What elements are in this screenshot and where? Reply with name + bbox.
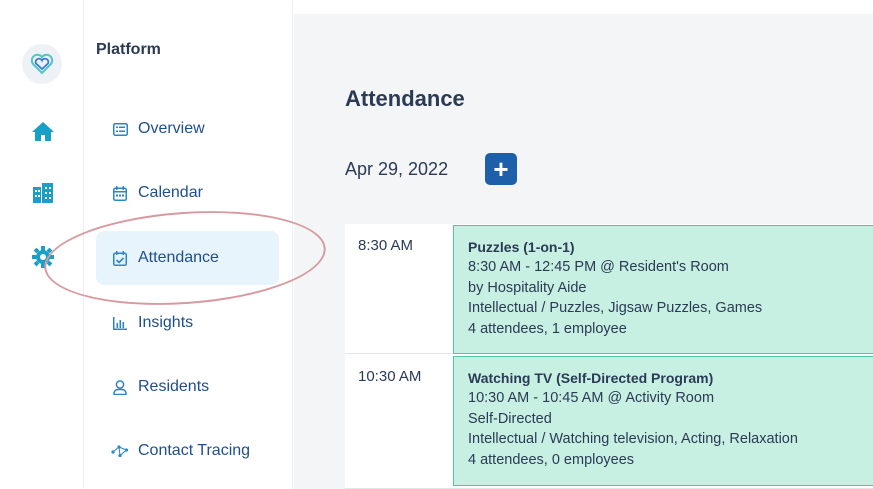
- user-icon: [110, 379, 130, 395]
- sidebar-item-label: Contact Tracing: [138, 442, 251, 459]
- event-title: Watching TV (Self-Directed Program): [468, 370, 714, 386]
- calendar-check-icon: [110, 250, 130, 266]
- bar-chart-icon: [110, 316, 130, 330]
- main-content: Attendance Apr 29, 2022 + 8:30 AM Puzzle…: [294, 0, 873, 489]
- heart-logo-icon[interactable]: [22, 44, 62, 84]
- sidebar-title: Platform: [96, 41, 161, 58]
- sidebar-item-calendar[interactable]: Calendar: [96, 166, 279, 220]
- event-detail: 4 attendees, 1 employee: [468, 320, 627, 337]
- sidebar-item-label: Calendar: [138, 184, 203, 201]
- event-detail: Self-Directed: [468, 410, 552, 427]
- event-detail: by Hospitality Aide: [468, 279, 587, 296]
- sidebar-item-label: Residents: [138, 378, 210, 395]
- sidebar-item-contact-tracing[interactable]: Contact Tracing: [96, 424, 279, 478]
- event-card[interactable]: Puzzles (1-on-1) 8:30 AM - 12:45 PM @ Re…: [453, 225, 873, 354]
- network-icon: [110, 444, 130, 458]
- icon-rail: [0, 0, 84, 489]
- sidebar-item-label: Attendance: [138, 249, 219, 266]
- event-detail: 10:30 AM - 10:45 AM @ Activity Room: [468, 390, 715, 406]
- schedule-list: 8:30 AM Puzzles (1-on-1) 8:30 AM - 12:45…: [345, 224, 873, 489]
- calendar-icon: [110, 185, 130, 201]
- sidebar-item-label: Overview: [138, 120, 205, 137]
- sidebar-item-overview[interactable]: Overview: [96, 102, 279, 156]
- sidebar-item-label: Insights: [138, 314, 194, 331]
- event-card[interactable]: Watching TV (Self-Directed Program) 10:3…: [453, 356, 873, 486]
- list-icon: [110, 122, 130, 136]
- page-title: Attendance: [345, 86, 465, 111]
- date-label: Apr 29, 2022: [345, 159, 449, 179]
- home-icon[interactable]: [30, 118, 56, 144]
- event-detail: Intellectual / Watching television, Acti…: [468, 431, 798, 447]
- sidebar-item-insights[interactable]: Insights: [96, 296, 279, 350]
- add-event-button[interactable]: +: [485, 153, 517, 185]
- event-detail: Intellectual / Puzzles, Jigsaw Puzzles, …: [468, 300, 763, 316]
- sidebar-item-residents[interactable]: Residents: [96, 360, 279, 414]
- sidebar-item-attendance[interactable]: Attendance: [96, 231, 279, 285]
- row-time: 10:30 AM: [358, 368, 422, 385]
- row-time: 8:30 AM: [358, 237, 414, 254]
- schedule-row: 10:30 AM Watching TV (Self-Directed Prog…: [345, 355, 873, 489]
- buildings-icon[interactable]: [30, 180, 56, 206]
- schedule-row: 8:30 AM Puzzles (1-on-1) 8:30 AM - 12:45…: [345, 224, 873, 354]
- event-detail: 4 attendees, 0 employees: [468, 451, 635, 468]
- event-detail: 8:30 AM - 12:45 PM @ Resident's Room: [468, 259, 729, 275]
- event-title: Puzzles (1-on-1): [468, 239, 575, 255]
- gear-icon[interactable]: [30, 244, 56, 270]
- sidebar: Platform Overview Calendar Attendance In…: [84, 0, 293, 489]
- top-bar: [294, 0, 873, 14]
